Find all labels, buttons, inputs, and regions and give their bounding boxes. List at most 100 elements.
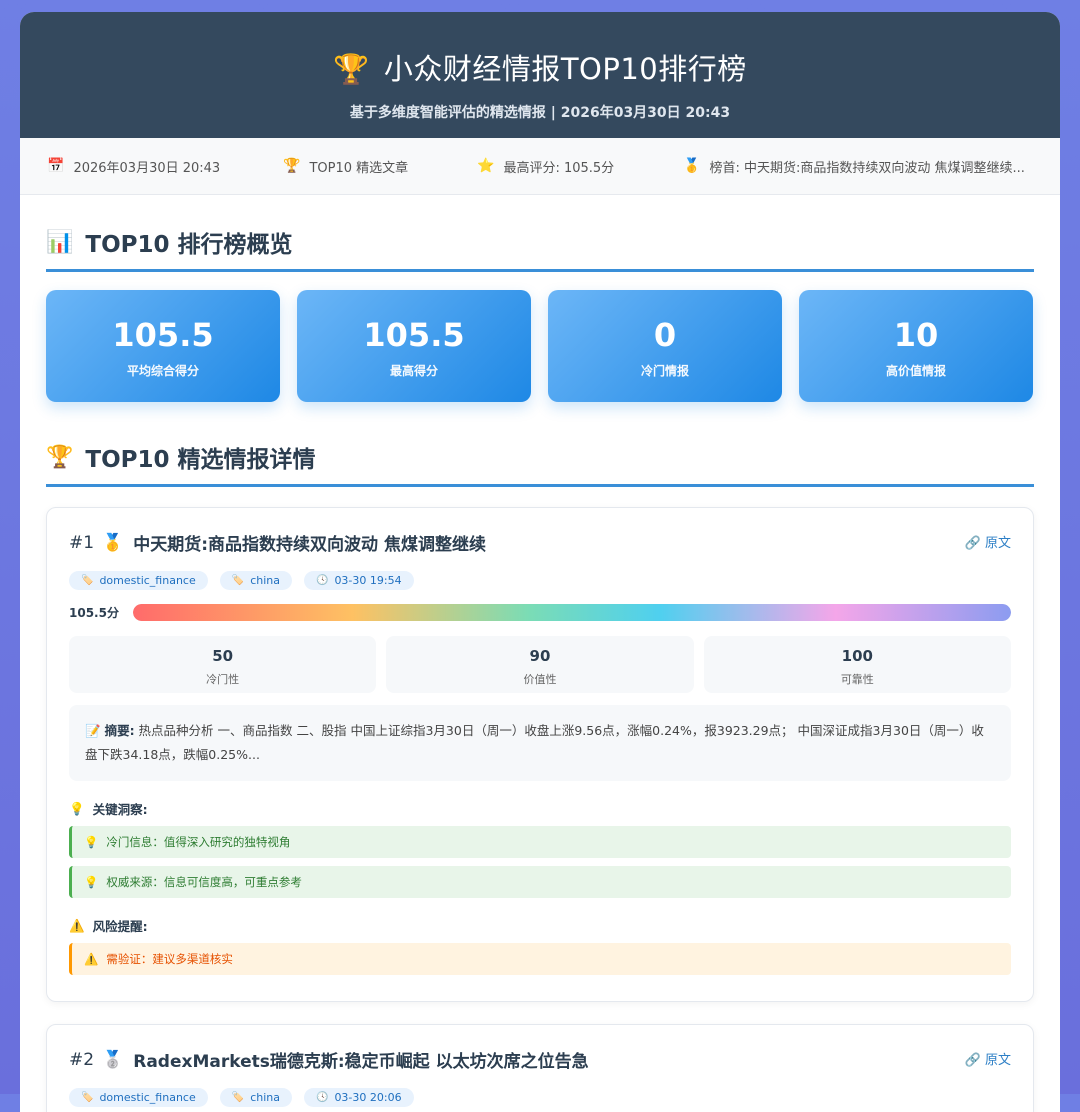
lightbulb-icon: 💡 bbox=[84, 835, 99, 849]
card-high-value-count: 10 高价值情报 bbox=[799, 290, 1033, 402]
overview-title: 📊 TOP10 排行榜概览 bbox=[46, 195, 1034, 272]
card-value: 0 bbox=[653, 316, 677, 354]
article-title: #1 🥇 中天期货:商品指数持续双向波动 焦煤调整继续 bbox=[69, 530, 1011, 556]
risks-heading-text: 风险提醒: bbox=[92, 919, 148, 934]
stat-date: 📅 2026年03月30日 20:43 bbox=[47, 157, 259, 176]
source-link[interactable]: 🔗 原文 bbox=[965, 1049, 1011, 1068]
article-summary: 📝 摘要: 热点品种分析 一、商品指数 二、股指 中国上证综指3月30日（周一）… bbox=[69, 705, 1011, 781]
report-container: 🏆 小众财经情报TOP10排行榜 基于多维度智能评估的精选情报 | 2026年03… bbox=[20, 12, 1060, 1112]
metric-value: 90 bbox=[529, 647, 551, 665]
metric-label: 可靠性 bbox=[840, 673, 874, 686]
overview-title-text: TOP10 排行榜概览 bbox=[85, 232, 293, 258]
score-bar-fill bbox=[133, 604, 1011, 621]
link-icon: 🔗 bbox=[964, 536, 981, 551]
card-value: 10 bbox=[893, 316, 939, 354]
warning-icon: ⚠️ bbox=[69, 917, 85, 933]
time-label: 03-30 19:54 bbox=[334, 574, 402, 587]
article-rank: #2 bbox=[69, 1049, 95, 1070]
time-badge: 🕓 03-30 19:54 bbox=[303, 571, 414, 590]
stat-date-text: 2026年03月30日 20:43 bbox=[73, 160, 221, 176]
calendar-icon: 📅 bbox=[47, 158, 65, 174]
card-label: 高价值情报 bbox=[885, 364, 946, 378]
article-rank: #1 bbox=[69, 532, 95, 553]
medal-icon: 🥇 bbox=[683, 158, 701, 174]
score-value: 105.5分 bbox=[69, 606, 119, 620]
risk-text: 需验证：建议多渠道核实 bbox=[106, 952, 233, 966]
score-row: 105.5分 bbox=[69, 604, 1011, 621]
details-title: 🏆 TOP10 精选情报详情 bbox=[46, 402, 1034, 487]
card-niche-count: 0 冷门情报 bbox=[548, 290, 782, 402]
source-link-label: 原文 bbox=[984, 536, 1011, 551]
memo-icon: 📝 bbox=[85, 723, 101, 738]
tag-label: domestic_finance bbox=[99, 574, 196, 587]
card-value: 105.5 bbox=[363, 316, 465, 354]
summary-label: 摘要: bbox=[104, 723, 135, 738]
time-label: 03-30 20:06 bbox=[334, 1091, 402, 1104]
star-icon: ⭐ bbox=[477, 158, 495, 174]
bar-chart-icon: 📊 bbox=[46, 229, 74, 255]
insights-heading: 💡 关键洞察: bbox=[69, 799, 1011, 818]
metric-value: 100 bbox=[841, 647, 873, 665]
overview-cards: 105.5 平均综合得分 105.5 最高得分 0 冷门情报 10 高价值情报 bbox=[46, 290, 1034, 402]
stat-leader: 🥇 榜首: 中天期货:商品指数持续双向波动 焦煤调整继续... bbox=[683, 157, 1035, 176]
tag: 🏷️ china bbox=[219, 1088, 292, 1107]
insight-text: 冷门信息：值得深入研究的独特视角 bbox=[106, 835, 291, 849]
trophy-icon: 🏆 bbox=[283, 158, 301, 174]
source-link[interactable]: 🔗 原文 bbox=[965, 532, 1011, 551]
stat-leader-text: 榜首: 中天期货:商品指数持续双向波动 焦煤调整继续... bbox=[709, 160, 1025, 176]
stat-bar: 📅 2026年03月30日 20:43 🏆 TOP10 精选文章 ⭐ 最高评分:… bbox=[20, 138, 1060, 195]
stat-max-score-text: 最高评分: 105.5分 bbox=[503, 160, 615, 176]
time-badge: 🕓 03-30 20:06 bbox=[303, 1088, 414, 1107]
insight-item: 💡 权威来源：信息可信度高，可重点参考 bbox=[69, 866, 1011, 898]
card-label: 冷门情报 bbox=[640, 364, 689, 378]
stat-top10-text: TOP10 精选文章 bbox=[309, 160, 409, 176]
warning-icon: ⚠️ bbox=[84, 952, 99, 966]
trophy-icon: 🏆 bbox=[46, 444, 74, 470]
risk-item: ⚠️ 需验证：建议多渠道核实 bbox=[69, 943, 1011, 975]
metric-reliability: 100 可靠性 bbox=[703, 636, 1011, 693]
stat-max-score: ⭐ 最高评分: 105.5分 bbox=[477, 157, 657, 176]
tag: 🏷️ domestic_finance bbox=[69, 1088, 208, 1107]
clock-icon: 🕓 bbox=[315, 575, 329, 586]
metric-label: 价值性 bbox=[523, 673, 557, 686]
metric-label: 冷门性 bbox=[206, 673, 240, 686]
tag-label: domestic_finance bbox=[99, 1091, 196, 1104]
score-bar-track bbox=[133, 604, 1011, 621]
card-avg-score: 105.5 平均综合得分 bbox=[46, 290, 280, 402]
details-title-text: TOP10 精选情报详情 bbox=[85, 447, 316, 473]
gold-medal-icon: 🥇 bbox=[102, 532, 124, 553]
tag: 🏷️ domestic_finance bbox=[69, 571, 208, 590]
article-card: #1 🥇 中天期货:商品指数持续双向波动 焦煤调整继续 🔗 原文 🏷️ domes… bbox=[46, 507, 1034, 1002]
metrics: 50 冷门性 90 价值性 100 可靠性 bbox=[69, 636, 1011, 693]
lightbulb-icon: 💡 bbox=[84, 875, 99, 889]
article-title-text[interactable]: RadexMarkets瑞德克斯:稳定币崛起 以太坊次席之位告急 bbox=[133, 1047, 588, 1072]
tag-icon: 🏷️ bbox=[81, 575, 94, 586]
insight-text: 权威来源：信息可信度高，可重点参考 bbox=[106, 875, 302, 889]
article-card: #2 🥈 RadexMarkets瑞德克斯:稳定币崛起 以太坊次席之位告急 🔗 … bbox=[46, 1024, 1034, 1112]
metric-value-score: 90 价值性 bbox=[386, 636, 694, 693]
page-subtitle: 基于多维度智能评估的精选情报 | 2026年03月30日 20:43 bbox=[349, 105, 731, 121]
article-title-text[interactable]: 中天期货:商品指数持续双向波动 焦煤调整继续 bbox=[133, 530, 486, 555]
page-title: 🏆 小众财经情报TOP10排行榜 bbox=[20, 12, 1060, 88]
risks-heading: ⚠️ 风险提醒: bbox=[69, 916, 1011, 935]
silver-medal-icon: 🥈 bbox=[102, 1049, 124, 1070]
article-tags: 🏷️ domestic_finance 🏷️ china 🕓 03-30 20:06 bbox=[69, 1088, 1011, 1107]
tag-icon: 🏷️ bbox=[231, 575, 245, 586]
report-header: 🏆 小众财经情报TOP10排行榜 基于多维度智能评估的精选情报 | 2026年03… bbox=[20, 12, 1060, 138]
metric-niche: 50 冷门性 bbox=[69, 636, 377, 693]
lightbulb-icon: 💡 bbox=[69, 800, 85, 816]
metric-value: 50 bbox=[212, 647, 234, 665]
article-title: #2 🥈 RadexMarkets瑞德克斯:稳定币崛起 以太坊次席之位告急 bbox=[69, 1047, 1011, 1073]
tag: 🏷️ china bbox=[219, 571, 292, 590]
page-title-text: 小众财经情报TOP10排行榜 bbox=[383, 52, 747, 86]
summary-text: 热点品种分析 一、商品指数 二、股指 中国上证综指3月30日（周一）收盘上涨9.… bbox=[85, 723, 984, 762]
article-tags: 🏷️ domestic_finance 🏷️ china 🕓 03-30 19:54 bbox=[69, 571, 1011, 590]
link-icon: 🔗 bbox=[964, 1053, 981, 1068]
trophy-icon: 🏆 bbox=[333, 52, 370, 86]
card-label: 最高得分 bbox=[389, 364, 438, 378]
card-max-score: 105.5 最高得分 bbox=[297, 290, 531, 402]
tag-label: china bbox=[250, 574, 280, 587]
card-value: 105.5 bbox=[112, 316, 214, 354]
card-label: 平均综合得分 bbox=[126, 364, 199, 378]
insight-item: 💡 冷门信息：值得深入研究的独特视角 bbox=[69, 826, 1011, 858]
